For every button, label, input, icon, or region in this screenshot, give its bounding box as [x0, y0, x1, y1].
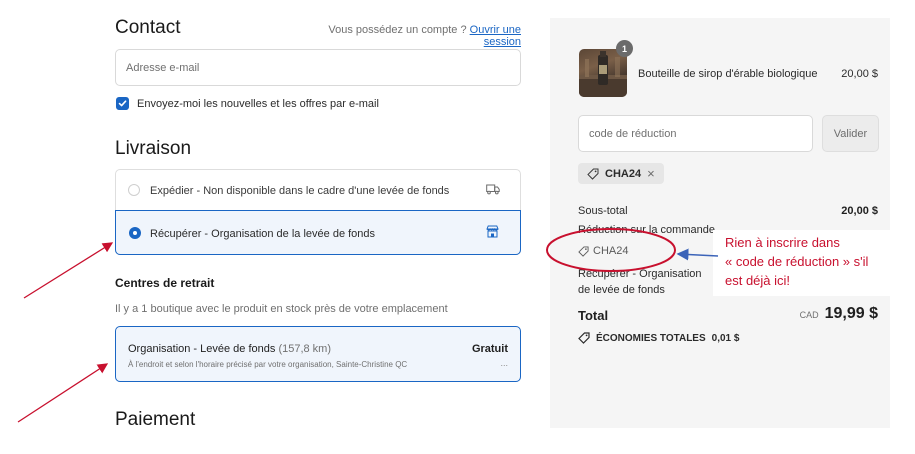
annotation-arrows: [17, 228, 719, 423]
annotation-highlight-ellipse: [546, 228, 676, 272]
annotation-pointer-arrow-red-1: [23, 242, 114, 299]
annotation-pointer-arrow-red-2: [17, 363, 109, 423]
annotation-pointer-arrow-blue: [676, 248, 719, 261]
